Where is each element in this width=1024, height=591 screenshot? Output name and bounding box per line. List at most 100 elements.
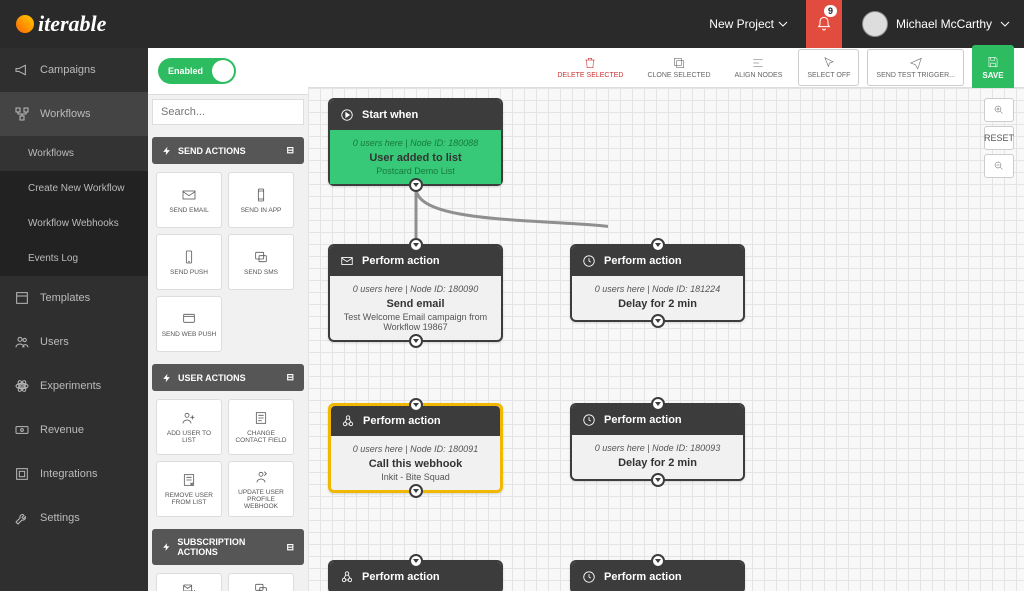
mail-icon (340, 254, 354, 268)
sidebar-item-integrations[interactable]: Integrations (0, 452, 148, 496)
workflow-node-partial-1[interactable]: Perform action (328, 560, 503, 591)
users-icon (14, 334, 30, 350)
tile-send-push[interactable]: SEND PUSH (156, 234, 222, 290)
collapse-icon: ⊟ (286, 542, 294, 553)
chevron-down-icon (778, 19, 788, 29)
save-button[interactable]: SAVE (972, 45, 1014, 90)
node-output-port[interactable] (651, 473, 665, 487)
megaphone-icon (14, 62, 30, 78)
zoom-out-icon (993, 160, 1005, 172)
sidebar-sub-events-log[interactable]: Events Log (0, 241, 148, 276)
sidebar-sub-webhooks[interactable]: Workflow Webhooks (0, 206, 148, 241)
zoom-in-icon (993, 104, 1005, 116)
tile-send-sms[interactable]: SEND SMS (228, 234, 294, 290)
toggle-knob (212, 60, 234, 82)
zoom-in-button[interactable] (984, 98, 1014, 122)
brand-logo[interactable]: iterable (16, 11, 106, 37)
tile-remove-user-from-list[interactable]: REMOVE USER FROM LIST (156, 461, 222, 517)
bell-icon (816, 16, 832, 32)
section-user-actions[interactable]: USER ACTIONS ⊟ (152, 364, 304, 391)
sidebar-item-label: Workflows (40, 108, 91, 120)
delete-selected-button[interactable]: DELETE SELECTED (549, 52, 631, 83)
collapse-icon: ⊟ (286, 145, 294, 156)
workflow-node-delay-2[interactable]: Perform action 0 users here | Node ID: 1… (570, 403, 745, 481)
sidebar-sub-workflows[interactable]: Workflows (0, 136, 148, 171)
tile-update-user-profile-webhook[interactable]: UPDATE USER PROFILE WEBHOOK (228, 461, 294, 517)
sidebar-item-users[interactable]: Users (0, 320, 148, 364)
sidebar-item-revenue[interactable]: Revenue (0, 408, 148, 452)
tile-modify-channel-subscription[interactable]: MODIFY CHANNEL SUBSCRIPTION (156, 573, 222, 591)
sidebar-item-campaigns[interactable]: Campaigns (0, 48, 148, 92)
section-send-actions[interactable]: SEND ACTIONS ⊟ (152, 137, 304, 164)
save-icon (986, 55, 1000, 69)
node-input-port[interactable] (651, 554, 665, 568)
tile-send-email[interactable]: SEND EMAIL (156, 172, 222, 228)
workflow-canvas[interactable]: Start when 0 users here | Node ID: 18008… (308, 88, 1024, 591)
section-subscription-actions[interactable]: SUBSCRIPTION ACTIONS ⊟ (152, 529, 304, 565)
clock-icon (582, 254, 596, 268)
notification-count: 9 (824, 5, 837, 17)
webhook-icon (341, 414, 355, 428)
sidebar-item-label: Campaigns (40, 64, 96, 76)
node-output-port[interactable] (651, 314, 665, 328)
brand-logo-icon (16, 15, 34, 33)
workflow-node-webhook[interactable]: Perform action 0 users here | Node ID: 1… (328, 403, 503, 493)
lightning-icon (162, 542, 171, 552)
send-icon (909, 56, 923, 70)
templates-icon (14, 290, 30, 306)
workflow-node-start[interactable]: Start when 0 users here | Node ID: 18008… (328, 98, 503, 186)
play-icon (340, 108, 354, 122)
lightning-icon (162, 373, 172, 383)
tile-send-web-push[interactable]: SEND WEB PUSH (156, 296, 222, 352)
canvas-toolbar: DELETE SELECTED CLONE SELECTED ALIGN NOD… (308, 48, 1024, 88)
sidebar-item-settings[interactable]: Settings (0, 496, 148, 540)
sidebar-item-workflows[interactable]: Workflows (0, 92, 148, 136)
tile-send-in-app[interactable]: SEND IN APP (228, 172, 294, 228)
clone-selected-button[interactable]: CLONE SELECTED (639, 52, 718, 83)
atom-icon (14, 378, 30, 394)
tile-change-contact-field[interactable]: CHANGE CONTACT FIELD (228, 399, 294, 455)
lightning-icon (162, 146, 172, 156)
workflow-enabled-toggle[interactable]: Enabled (158, 58, 236, 84)
trash-icon (583, 56, 597, 70)
node-input-port[interactable] (409, 238, 423, 252)
node-input-port[interactable] (651, 397, 665, 411)
sidebar-item-templates[interactable]: Templates (0, 276, 148, 320)
workflow-node-send-email[interactable]: Perform action 0 users here | Node ID: 1… (328, 244, 503, 342)
money-icon (14, 422, 30, 438)
send-test-trigger-button[interactable]: SEND TEST TRIGGER... (867, 49, 964, 86)
clone-icon (672, 56, 686, 70)
project-picker[interactable]: New Project (697, 17, 800, 31)
node-output-port[interactable] (409, 334, 423, 348)
workflow-node-delay-1[interactable]: Perform action 0 users here | Node ID: 1… (570, 244, 745, 322)
node-output-port[interactable] (409, 484, 423, 498)
user-name: Michael McCarthy (896, 17, 992, 31)
collapse-icon: ⊟ (286, 372, 294, 383)
node-input-port[interactable] (651, 238, 665, 252)
select-off-button[interactable]: SELECT OFF (798, 49, 859, 86)
sidebar-sub-create-new[interactable]: Create New Workflow (0, 171, 148, 206)
main-sidebar: Campaigns Workflows Workflows Create New… (0, 48, 148, 591)
palette-search-input[interactable] (152, 99, 304, 125)
clock-icon (582, 570, 596, 584)
wrench-icon (14, 510, 30, 526)
notifications-button[interactable]: 9 (806, 0, 842, 48)
align-nodes-button[interactable]: ALIGN NODES (727, 52, 791, 83)
zoom-reset-button[interactable]: RESET (984, 126, 1014, 150)
workflow-node-partial-2[interactable]: Perform action (570, 560, 745, 591)
align-icon (751, 56, 765, 70)
user-menu[interactable]: Michael McCarthy (848, 11, 1024, 37)
tile-modify-message-type[interactable]: MODIFY MESSAGE TYPE... (228, 573, 294, 591)
zoom-out-button[interactable] (984, 154, 1014, 178)
clock-icon (582, 413, 596, 427)
brand-name: iterable (38, 11, 106, 37)
avatar (862, 11, 888, 37)
integrations-icon (14, 466, 30, 482)
node-input-port[interactable] (409, 398, 423, 412)
tile-add-user-to-list[interactable]: ADD USER TO LIST (156, 399, 222, 455)
action-palette: Enabled SEND ACTIONS ⊟ SEND EMAIL SEND I… (148, 48, 308, 591)
node-output-port[interactable] (409, 178, 423, 192)
node-input-port[interactable] (409, 554, 423, 568)
sidebar-item-experiments[interactable]: Experiments (0, 364, 148, 408)
cursor-icon (822, 56, 836, 70)
